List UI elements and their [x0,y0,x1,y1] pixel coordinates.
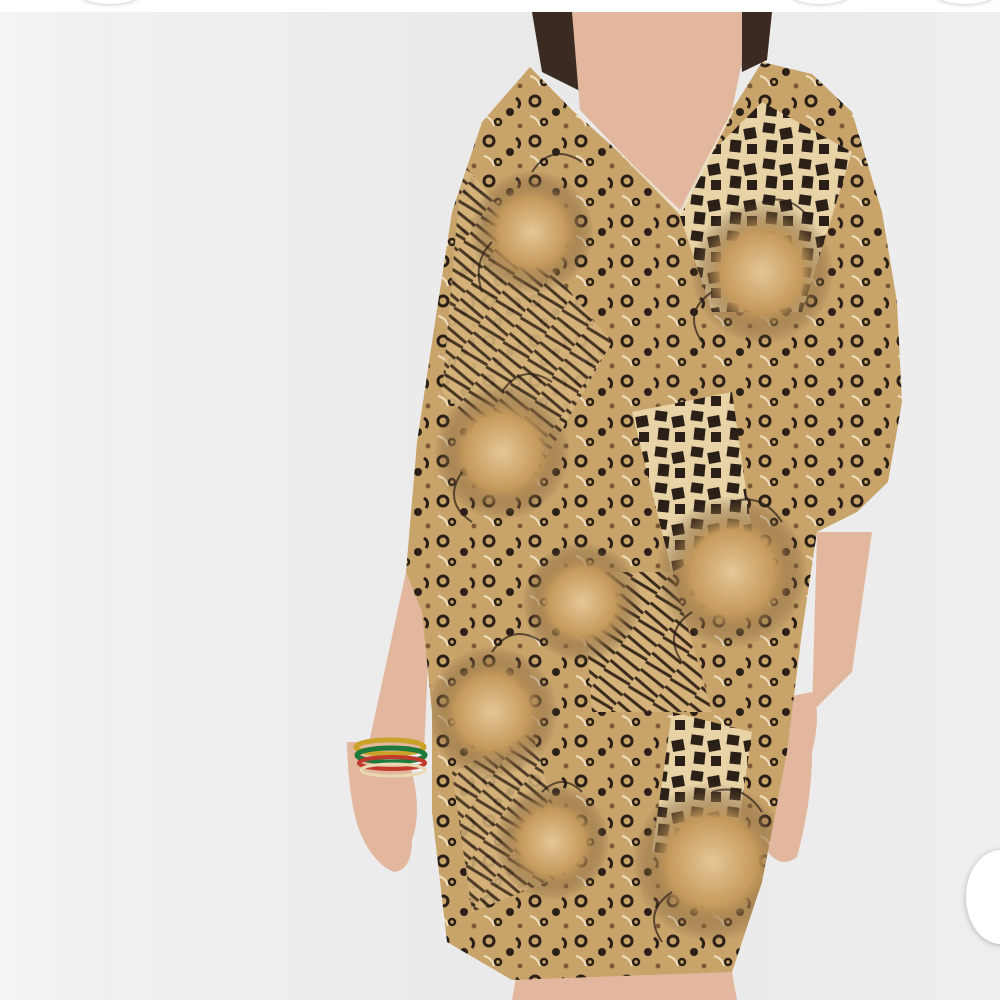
product-photo [112,12,1000,1000]
thumbnail-dot[interactable] [80,0,140,4]
product-image-viewer [0,0,1000,1000]
previous-image-edge[interactable] [0,12,112,1000]
top-strip [0,0,1000,12]
thumbnail-dot[interactable] [790,0,850,4]
thumbnail-dot[interactable] [935,0,995,4]
